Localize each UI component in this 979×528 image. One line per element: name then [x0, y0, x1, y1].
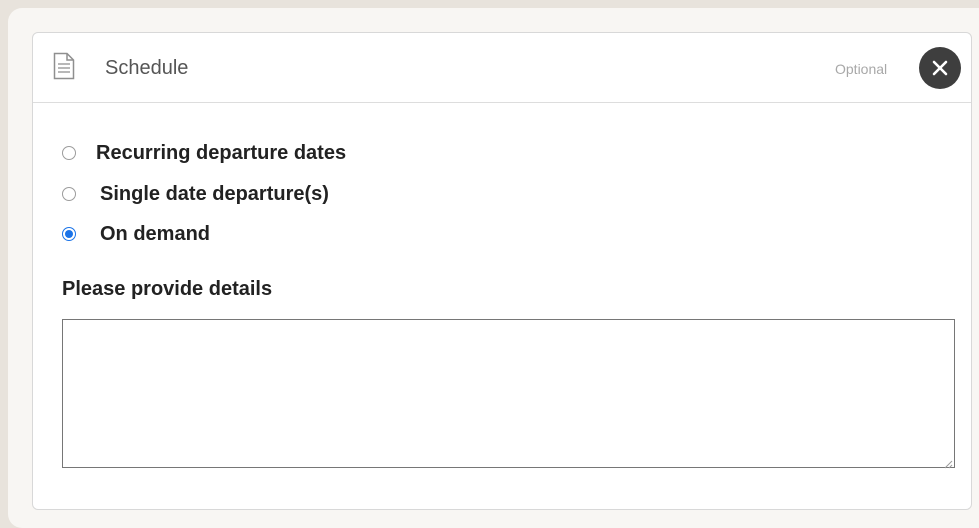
- details-label: Please provide details: [62, 278, 273, 300]
- schedule-card: Schedule Optional Recurring departure da…: [32, 32, 972, 510]
- close-icon: [932, 60, 948, 76]
- radio-single-date[interactable]: [62, 187, 76, 201]
- card-header: Schedule Optional: [33, 33, 971, 103]
- radio-on-demand[interactable]: [62, 227, 76, 241]
- document-icon: [53, 52, 75, 80]
- optional-label: Optional: [835, 61, 888, 77]
- radio-recurring[interactable]: [62, 146, 76, 160]
- radio-label-on-demand[interactable]: On demand: [100, 221, 210, 247]
- resize-handle-icon[interactable]: [943, 456, 953, 469]
- radio-option-recurring[interactable]: Recurring departure dates: [62, 140, 346, 166]
- details-textarea[interactable]: [62, 319, 955, 468]
- card-title: Schedule: [105, 57, 189, 79]
- radio-option-single-date[interactable]: Single date departure(s): [62, 181, 329, 207]
- page-background: Schedule Optional Recurring departure da…: [8, 8, 979, 528]
- close-button[interactable]: [919, 47, 961, 89]
- radio-label-recurring[interactable]: Recurring departure dates: [96, 140, 346, 166]
- radio-option-on-demand[interactable]: On demand: [62, 221, 210, 247]
- radio-label-single-date[interactable]: Single date departure(s): [100, 181, 329, 207]
